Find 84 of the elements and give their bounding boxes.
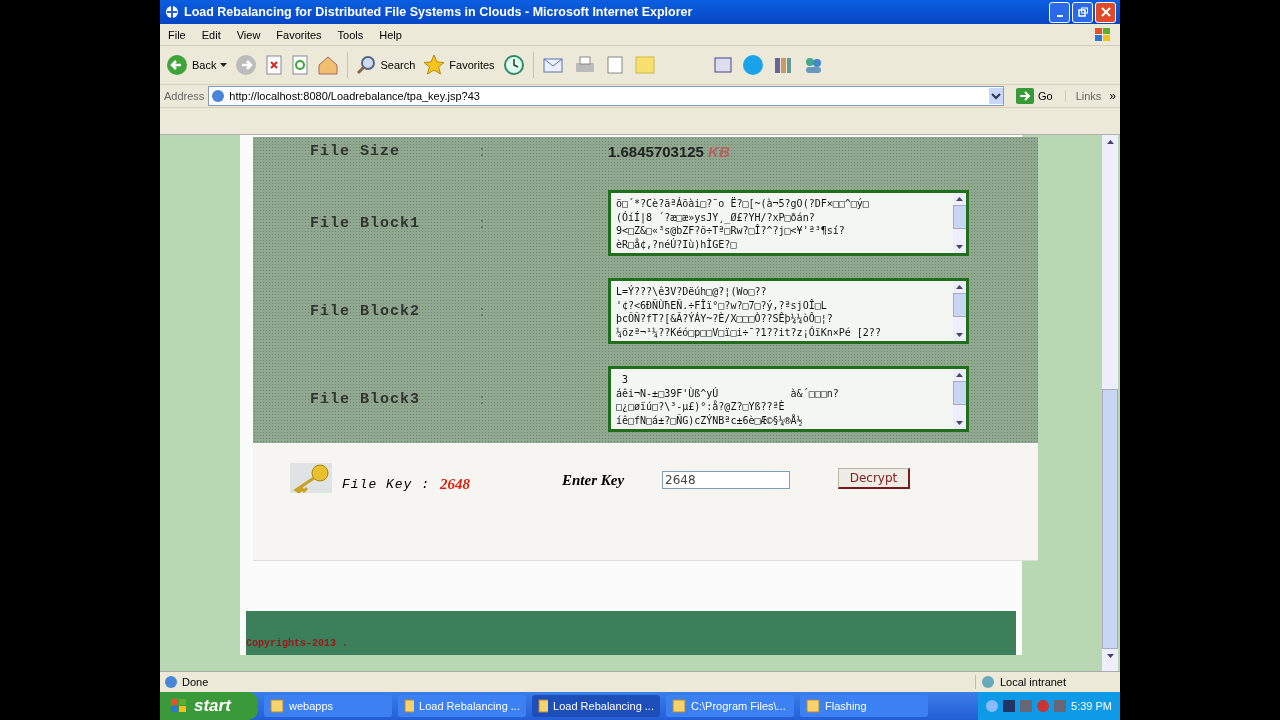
close-icon (1100, 7, 1111, 17)
menu-item[interactable]: View (236, 28, 261, 41)
copyright-text: Copyrights-2013 . (246, 638, 349, 649)
refresh-icon[interactable] (291, 55, 310, 75)
scrollbar[interactable] (953, 193, 966, 253)
chevron-icon[interactable]: » (1109, 89, 1116, 103)
page-scrollbar[interactable] (1102, 135, 1118, 671)
colon: : (480, 215, 485, 231)
down-arrow-icon[interactable] (1106, 654, 1114, 658)
home-icon[interactable] (317, 55, 340, 75)
file-block-label: File Block2 (309, 302, 422, 320)
scrollbar[interactable] (953, 281, 966, 341)
start-button[interactable]: start (160, 692, 258, 720)
taskbar-button[interactable]: Load Rebalancing ... (532, 695, 660, 717)
file-key-value: 2648 (440, 476, 471, 493)
taskbar-button[interactable]: webapps (264, 695, 392, 717)
text-area[interactable]: L=Ý???\ê3V?Dëúh□@?¦(Wo□?? '¢?<6ÐÑÙħEÑ.÷FÎï°□?w?□7□?ý,?ªsjOÎ□L þcÕÑ?fT?[&Ã?ÝÁY~?È/X□□□Ò??SÊþ¼¼òÔ□¦? ¼özª¬¹¼??Kéó□p□□V□ï□i÷¯?1??it?z¡ÓïKn×Pé [2?? (608, 278, 969, 344)
globe-icon (980, 675, 996, 689)
taskbar-button[interactable]: C:\Program Files\... (666, 695, 794, 717)
colon: : (480, 303, 485, 319)
minimize-icon (1056, 15, 1063, 17)
taskbar-button[interactable]: Load Rebalancing ... (398, 695, 526, 717)
star-icon (423, 54, 446, 76)
key-input[interactable]: 2648 (662, 471, 790, 489)
stop-icon[interactable] (265, 55, 284, 75)
printer-icon[interactable] (573, 55, 596, 75)
menu-item[interactable]: Tools (337, 28, 364, 41)
menu-item[interactable]: Edit (201, 28, 221, 41)
favorites-button[interactable]: Favorites (423, 54, 495, 76)
links-label[interactable]: Links (1064, 90, 1106, 102)
browser-icon (164, 4, 180, 20)
text-area[interactable]: 3 áêi¬N-±□39F'Ùß^yÚ à&´□□□n? □¿□øïú□?\³-µ£)°:å?@Z?□Yß??ªÈ íê□fN□á±?□ÑG)cZÝNBªc±6è□Æ©§¼®Å½ (608, 366, 969, 432)
taskbar-button[interactable]: Flashing (800, 695, 928, 717)
clock: 5:39 PM (1071, 700, 1112, 712)
close-button[interactable] (1095, 1, 1116, 23)
windows-logo-icon (1094, 26, 1112, 43)
window-icon (270, 699, 284, 713)
down-arrow-icon[interactable] (956, 245, 963, 249)
go-arrow-icon (1015, 88, 1034, 104)
status-text: Done (182, 676, 210, 688)
menu-item[interactable]: File (168, 28, 186, 41)
windows-logo-icon (170, 698, 188, 714)
colon: : (480, 391, 485, 407)
key-icon (290, 463, 332, 493)
page-icon (211, 89, 226, 103)
text-area[interactable]: ö□´*?Cè?ãªÁõài□?¯o Ë?□[~(à¬5?gO(?DF×□□^□ý□ (ÓíÍ|8 ´?æ□æ»ysJY¸_Ø£?YH/?xP□ðán? 9<□Z&□«³s@bZF?õ÷Tª□Rw?□Î?^?j□<¥'ª³¶sí? èR□å¢,?néÚ?Iù)hÌGE?□ (608, 190, 969, 256)
mail-icon[interactable] (541, 55, 566, 75)
scrollbar[interactable] (953, 369, 966, 429)
decrypt-button[interactable]: Decrypt (838, 468, 910, 489)
history-icon[interactable] (502, 54, 525, 76)
file-size-unit: KB (708, 143, 730, 160)
dropdown-icon[interactable] (988, 88, 1003, 104)
file-size-label: File Size (309, 143, 401, 160)
zone-text: Local intranet (1000, 676, 1067, 688)
window-title: Load Rebalancing for Distributed File Systems in Clouds - Microsoft Internet Explorer (184, 5, 694, 19)
search-button[interactable]: Search (356, 55, 416, 75)
down-arrow-icon[interactable] (956, 333, 963, 337)
restore-button[interactable] (1072, 1, 1093, 23)
go-button[interactable]: Go (1007, 88, 1061, 104)
caret-icon[interactable] (220, 63, 228, 67)
window-icon (404, 699, 415, 713)
up-arrow-icon[interactable] (956, 197, 963, 201)
back-button[interactable]: Back (166, 54, 228, 76)
file-block-label: File Block1 (309, 214, 422, 232)
enter-key-label: Enter Key (562, 472, 626, 489)
window-icon (672, 699, 686, 713)
file-size-value: 1.6845703125 (608, 143, 704, 160)
minimize-button[interactable] (1049, 1, 1070, 23)
up-arrow-icon[interactable] (956, 373, 963, 377)
colon: : (480, 143, 485, 159)
down-arrow-icon[interactable] (956, 421, 963, 425)
up-arrow-icon[interactable] (1106, 140, 1114, 144)
menu-item[interactable]: Help (379, 28, 402, 41)
search-icon (356, 55, 377, 75)
restore-icon (1077, 7, 1088, 17)
page-icon (164, 675, 178, 689)
file-key-label: File Key : (342, 477, 430, 492)
window-icon (538, 699, 549, 713)
up-arrow-icon[interactable] (956, 285, 963, 289)
address-field[interactable]: http://localhost:8080/Loadrebalance/tpa_key.jsp?43 (208, 86, 1004, 106)
menu-item[interactable]: Favorites (276, 28, 322, 41)
address-label: Address (164, 90, 205, 102)
window-icon (806, 699, 820, 713)
file-block-label: File Block3 (309, 390, 422, 408)
